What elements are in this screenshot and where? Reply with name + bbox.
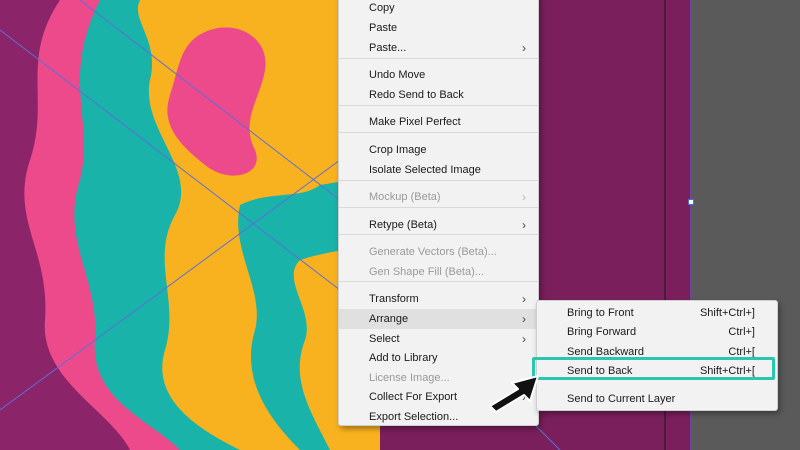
menu-item-label: Crop Image: [369, 144, 427, 156]
submenu-item-label: Bring Forward: [567, 326, 637, 338]
menu-item-label: Copy: [369, 2, 395, 14]
menu-item-label: Select: [369, 333, 400, 345]
selection-handle[interactable]: [688, 199, 694, 205]
menu-separator: [339, 132, 538, 133]
context-menu: Copy Paste Paste... › Undo Move Redo Send to …: [338, 0, 539, 426]
pointer-arrow-icon: [489, 375, 539, 413]
menu-item-make-pixel-perfect[interactable]: Make Pixel Perfect: [339, 112, 538, 132]
menu-item-isolate-selected-image[interactable]: Isolate Selected Image: [339, 160, 538, 180]
menu-item-redo-send-to-back[interactable]: Redo Send to Back: [339, 85, 538, 105]
chevron-right-icon: ›: [522, 312, 526, 326]
menu-item-label: Isolate Selected Image: [369, 164, 481, 176]
menu-item-mockup-beta: Mockup (Beta) ›: [339, 187, 538, 207]
chevron-right-icon: ›: [522, 190, 526, 204]
menu-item-label: Arrange: [369, 313, 409, 325]
submenu-item-label: Send to Current Layer: [567, 393, 676, 405]
menu-item-label: Retype (Beta): [369, 219, 437, 231]
shortcut-label: Ctrl+]: [728, 326, 755, 338]
menu-item-label: Export Selection...: [369, 411, 459, 423]
menu-item-retype-beta[interactable]: Retype (Beta) ›: [339, 215, 538, 235]
send-to-back-highlight-box: [532, 357, 775, 380]
menu-item-gen-shape-fill-beta: Gen Shape Fill (Beta)...: [339, 262, 538, 282]
submenu-item-label: Bring to Front: [567, 307, 634, 319]
menu-separator: [339, 105, 538, 106]
menu-item-generate-vectors-beta: Generate Vectors (Beta)...: [339, 242, 538, 262]
menu-item-label: Undo Move: [369, 69, 426, 81]
menu-item-label: Gen Shape Fill (Beta)...: [369, 266, 484, 278]
chevron-right-icon: ›: [522, 332, 526, 346]
menu-item-crop-image[interactable]: Crop Image: [339, 140, 538, 160]
menu-item-copy[interactable]: Copy: [339, 0, 538, 18]
menu-item-arrange[interactable]: Arrange ›: [339, 309, 538, 329]
chevron-right-icon: ›: [522, 41, 526, 55]
menu-item-label: Paste: [369, 22, 398, 34]
chevron-right-icon: ›: [522, 218, 526, 232]
menu-item-paste[interactable]: Paste: [339, 18, 538, 38]
menu-item-paste[interactable]: Paste... ›: [339, 38, 538, 58]
shortcut-label: Shift+Ctrl+]: [699, 307, 755, 319]
menu-separator: [339, 207, 538, 208]
menu-item-label: Make Pixel Perfect: [369, 116, 461, 128]
submenu-item-bring-forward[interactable]: Bring Forward Ctrl+]: [537, 322, 777, 342]
menu-item-label: Redo Send to Back: [369, 89, 464, 101]
menu-item-label: Collect For Export: [369, 391, 458, 403]
submenu-item-bring-to-front[interactable]: Bring to Front Shift+Ctrl+]: [537, 303, 777, 323]
menu-item-transform[interactable]: Transform ›: [339, 289, 538, 309]
chevron-right-icon: ›: [522, 292, 526, 306]
menu-separator: [339, 180, 538, 181]
menu-item-label: Transform: [369, 293, 419, 305]
menu-item-label: License Image...: [369, 372, 450, 384]
menu-separator: [339, 58, 538, 59]
menu-item-label: Generate Vectors (Beta)...: [369, 246, 497, 258]
submenu-item-send-to-current-layer[interactable]: Send to Current Layer: [537, 389, 777, 409]
arrange-submenu: Bring to Front Shift+Ctrl+] Bring Forward C…: [536, 300, 778, 411]
menu-item-label: Paste...: [369, 42, 407, 54]
menu-item-label: Add to Library: [369, 352, 438, 364]
menu-item-undo-move[interactable]: Undo Move: [339, 65, 538, 85]
menu-item-select[interactable]: Select ›: [339, 329, 538, 349]
menu-item-label: Mockup (Beta): [369, 191, 441, 203]
menu-item-add-to-library[interactable]: Add to Library: [339, 348, 538, 368]
